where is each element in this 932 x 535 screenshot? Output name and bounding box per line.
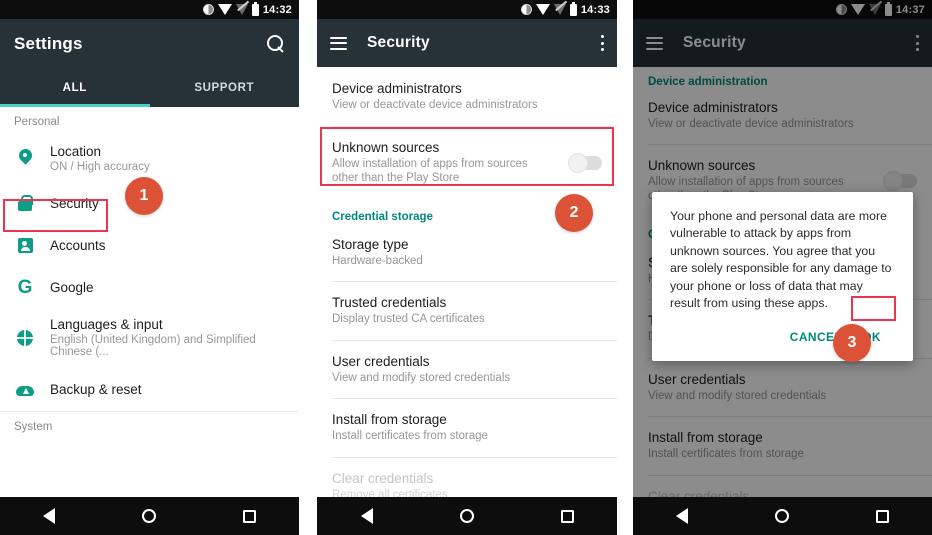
search-icon[interactable]: [267, 35, 285, 53]
status-bar: 14:33: [317, 0, 617, 19]
row-text: User credentials View and modify stored …: [332, 354, 602, 386]
nav-bar: [0, 497, 299, 535]
row-text: Security: [50, 196, 99, 211]
tab-support[interactable]: SUPPORT: [150, 69, 300, 107]
nav-bar: [633, 497, 932, 535]
page-title: Security: [367, 34, 430, 51]
row-title: User credentials: [332, 353, 430, 369]
nav-bar: [317, 497, 617, 535]
row-subtitle: English (United Kingdom) and Simplified …: [50, 334, 256, 358]
unknown-sources-confirm-dialog: Your phone and personal data are more vu…: [652, 192, 913, 361]
home-circle-icon[interactable]: [459, 509, 474, 523]
phone-screen-settings: 14:32 Settings ALL SUPPORT Personal Loca…: [0, 0, 299, 535]
wifi-icon: [217, 4, 232, 15]
app-bar: Security: [317, 19, 617, 67]
row-title: Security: [50, 195, 99, 211]
row-subtitle: View and modify stored credentials: [332, 371, 511, 384]
security-row-trusted-credentials[interactable]: Trusted credentials Display trusted CA c…: [317, 282, 617, 340]
signal-off-icon: [235, 4, 248, 15]
settings-row-google[interactable]: G Google: [0, 266, 299, 308]
security-row-storage-type[interactable]: Storage type Hardware-backed: [317, 227, 617, 281]
row-title: Languages & input: [50, 317, 163, 332]
back-triangle-icon[interactable]: [676, 508, 689, 524]
security-row-install-from-storage[interactable]: Install from storage Install certificate…: [317, 399, 617, 457]
globe-icon: [14, 329, 36, 346]
row-subtitle: ON / High accuracy: [50, 161, 150, 173]
row-subtitle: Install certificates from storage: [332, 430, 488, 443]
step-badge-3: 3: [833, 324, 871, 362]
security-row-unknown-sources[interactable]: Unknown sources Allow installation of ap…: [317, 127, 617, 199]
row-title: Unknown sources: [332, 139, 440, 155]
section-header-personal: Personal: [14, 116, 60, 128]
row-title: Storage type: [332, 237, 409, 253]
app-bar: Settings: [0, 19, 299, 69]
phone-screen-unknown-sources-dialog: 14:37 Security Device administration Dev…: [633, 0, 932, 535]
back-triangle-icon[interactable]: [43, 508, 56, 524]
security-row-device-administrators[interactable]: Device administrators View or deactivate…: [317, 67, 617, 126]
row-text: Backup & reset: [50, 382, 142, 397]
dnd-icon: [520, 4, 532, 15]
step-badge-1: 1: [125, 177, 163, 215]
row-title: Install from storage: [332, 412, 447, 428]
settings-row-backup[interactable]: Backup & reset: [0, 367, 299, 411]
tab-indicator: [0, 104, 150, 107]
unknown-sources-toggle[interactable]: [568, 152, 602, 173]
row-text: Install from storage Install certificate…: [332, 412, 602, 444]
google-icon: G: [17, 276, 33, 298]
row-title: Google: [50, 279, 94, 295]
status-time: 14:33: [580, 3, 610, 16]
settings-row-accounts[interactable]: Accounts: [0, 224, 299, 266]
accounts-icon: [14, 237, 36, 253]
home-circle-icon[interactable]: [141, 509, 156, 523]
row-title: Trusted credentials: [332, 294, 447, 310]
back-triangle-icon[interactable]: [360, 508, 373, 524]
battery-icon: [251, 1, 259, 16]
cloud-upload-icon: [14, 383, 36, 396]
row-title: Backup & reset: [50, 381, 142, 397]
security-row-user-credentials[interactable]: User credentials View and modify stored …: [317, 341, 617, 399]
row-text: Location ON / High accuracy: [50, 144, 150, 173]
recents-square-icon[interactable]: [242, 509, 256, 523]
row-title: Accounts: [50, 237, 106, 253]
location-pin-icon: [14, 149, 36, 168]
tab-bar: ALL SUPPORT: [0, 69, 299, 107]
dnd-icon: [202, 4, 214, 15]
screenshot-stage: 14:32 Settings ALL SUPPORT Personal Loca…: [0, 0, 932, 535]
tab-all[interactable]: ALL: [0, 69, 150, 107]
row-text: Google: [50, 280, 94, 295]
row-subtitle: View or deactivate device administrators: [332, 99, 538, 111]
hamburger-icon[interactable]: [330, 36, 347, 50]
row-subtitle: Display trusted CA certificates: [332, 312, 485, 325]
recents-square-icon[interactable]: [560, 509, 574, 523]
phone-screen-security: 14:33 Security Device administrators Vie…: [317, 0, 617, 535]
settings-row-languages[interactable]: Languages & input English (United Kingdo…: [0, 308, 299, 367]
row-text: Unknown sources Allow installation of ap…: [332, 140, 559, 186]
home-circle-icon[interactable]: [774, 509, 789, 523]
row-text: Accounts: [50, 238, 106, 253]
signal-off-icon: [553, 4, 566, 15]
status-icons: [520, 1, 577, 16]
row-title: Clear credentials: [332, 471, 434, 487]
row-subtitle: Allow installation of apps from sources …: [332, 157, 528, 185]
settings-row-location[interactable]: Location ON / High accuracy: [0, 135, 299, 182]
section-header-system: System: [14, 421, 53, 433]
step-badge-2: 2: [555, 194, 593, 232]
status-bar: 14:32: [0, 0, 299, 19]
lock-icon: [14, 195, 36, 211]
wifi-icon: [535, 4, 550, 15]
row-title: Location: [50, 144, 102, 159]
status-icons: [202, 1, 259, 16]
row-text: Device administrators View or deactivate…: [332, 81, 602, 113]
row-text: Trusted credentials Display trusted CA c…: [332, 295, 602, 327]
row-text: Languages & input English (United Kingdo…: [50, 317, 285, 358]
page-title: Settings: [14, 34, 83, 53]
row-title: Device administrators: [332, 81, 462, 96]
recents-square-icon[interactable]: [875, 509, 889, 523]
row-text: Storage type Hardware-backed: [332, 237, 602, 269]
row-subtitle: Hardware-backed: [332, 255, 423, 268]
more-vert-icon[interactable]: [600, 35, 604, 51]
battery-icon: [569, 1, 577, 16]
dialog-message: Your phone and personal data are more vu…: [670, 209, 892, 311]
status-time: 14:32: [262, 3, 292, 16]
